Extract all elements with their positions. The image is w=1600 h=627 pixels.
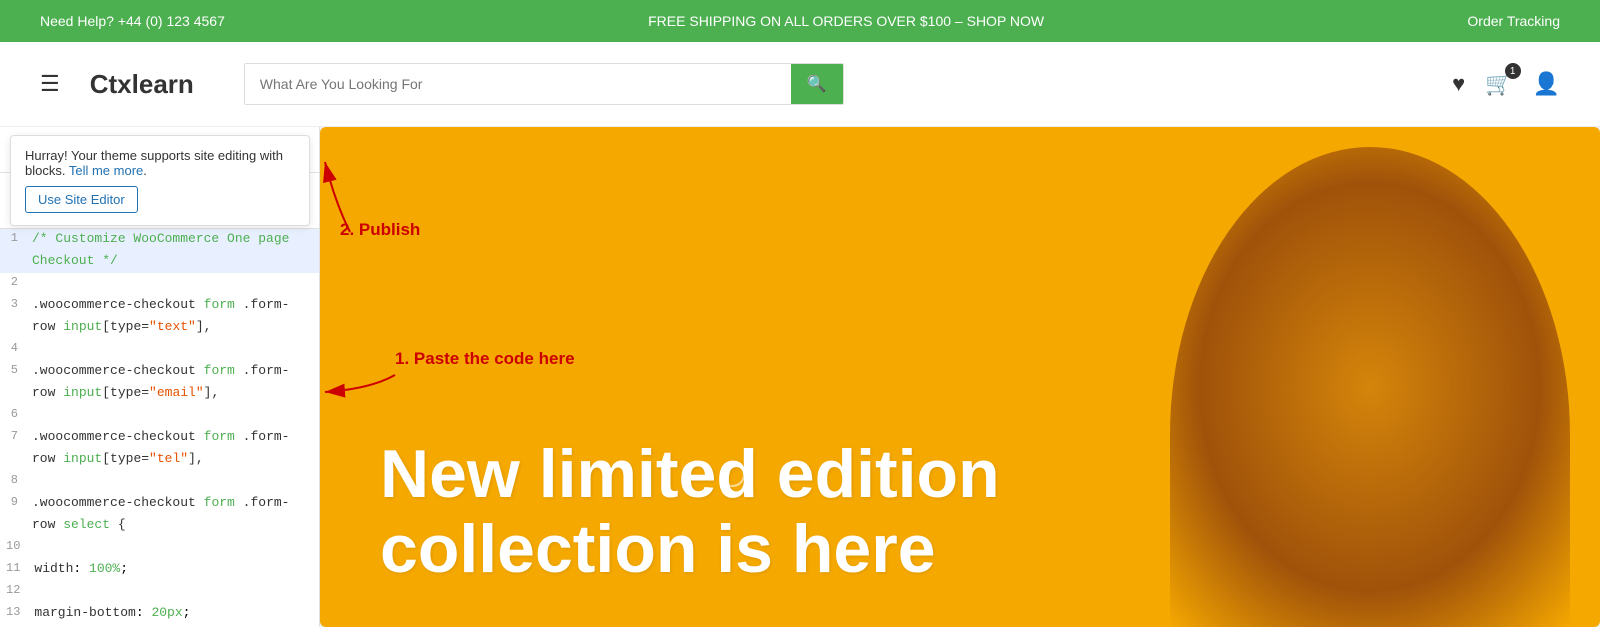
hero-title: New limited edition collection is here [380, 437, 1000, 587]
promo-text: FREE SHIPPING ON ALL ORDERS OVER $100 – … [648, 13, 1044, 29]
code-line: row input[type="text"], [0, 317, 319, 339]
use-site-editor-button[interactable]: Use Site Editor [25, 186, 138, 213]
site-header: ☰ Ctxlearn 🔍 ♥ 🛒 1 👤 [0, 42, 1600, 127]
code-line: 8 [0, 471, 319, 493]
hamburger-icon[interactable]: ☰ [40, 71, 60, 97]
content-area: New limited edition collection is here [320, 127, 1600, 627]
code-line: 1 /* Customize WooCommerce One page [0, 229, 319, 251]
hero-text-block: New limited edition collection is here [380, 437, 1000, 587]
code-line: 4 [0, 339, 319, 361]
hero-banner: New limited edition collection is here [320, 127, 1600, 627]
code-line: 5 .woocommerce-checkout form .form- [0, 361, 319, 383]
code-line: 2 [0, 273, 319, 295]
main-layout: ✕ Publish ⚙ Hurray! Your theme supports … [0, 127, 1600, 627]
code-line: 6 [0, 405, 319, 427]
wishlist-icon[interactable]: ♥ [1452, 71, 1465, 97]
cart-badge: 1 [1505, 63, 1521, 79]
search-button[interactable]: 🔍 [791, 64, 843, 104]
code-line: 7 .woocommerce-checkout form .form- [0, 427, 319, 449]
tooltip-popup: Hurray! Your theme supports site editing… [10, 135, 310, 226]
code-line: 9 .woocommerce-checkout form .form- [0, 493, 319, 515]
code-line: Checkout */ [0, 251, 319, 273]
code-line: 3 .woocommerce-checkout form .form- [0, 295, 319, 317]
cart-icon[interactable]: 🛒 1 [1485, 71, 1512, 97]
code-line: row select { [0, 515, 319, 537]
user-icon[interactable]: 👤 [1533, 71, 1560, 97]
code-editor[interactable]: 1 /* Customize WooCommerce One page Chec… [0, 229, 319, 627]
top-bar: Need Help? +44 (0) 123 4567 FREE SHIPPIN… [0, 0, 1600, 42]
tell-more-link[interactable]: Tell me more [69, 163, 143, 178]
code-line: 10 [0, 537, 319, 559]
code-line: 13 margin-bottom: 20px; [0, 603, 319, 625]
site-logo: Ctxlearn [90, 69, 194, 100]
woman-figure [1170, 147, 1570, 627]
tooltip-text: Hurray! Your theme supports site editing… [25, 148, 283, 178]
code-line: 12 [0, 581, 319, 603]
header-icons: ♥ 🛒 1 👤 [1452, 71, 1560, 97]
code-line: 11 width: 100%; [0, 559, 319, 581]
search-bar: 🔍 [244, 63, 844, 105]
code-line: row input[type="tel"], [0, 449, 319, 471]
code-line: row input[type="email"], [0, 383, 319, 405]
search-input[interactable] [245, 66, 791, 102]
order-tracking-link[interactable]: Order Tracking [1467, 13, 1560, 29]
sidebar: ✕ Publish ⚙ Hurray! Your theme supports … [0, 127, 320, 627]
help-text: Need Help? +44 (0) 123 4567 [40, 13, 225, 29]
